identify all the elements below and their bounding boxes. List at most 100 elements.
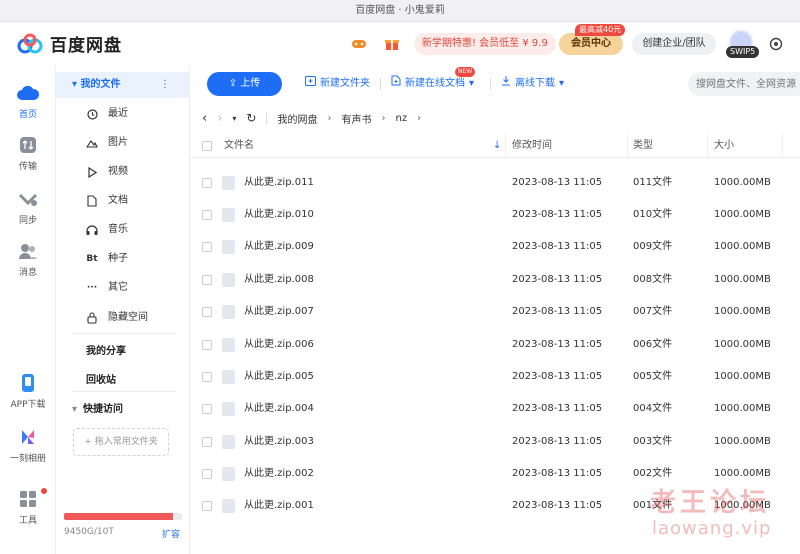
table-row[interactable]: 从此更.zip.005 2023-08-13 11:05 005文件 1000.… <box>190 361 800 393</box>
sidebar-item-my-share[interactable]: 我的分享 <box>86 342 126 357</box>
create-business-button[interactable]: 创建企业/团队 <box>632 33 716 55</box>
sort-desc-icon[interactable]: ↓ <box>493 134 501 158</box>
rail-item-tools[interactable]: 工具 <box>0 488 56 526</box>
table-row[interactable]: 从此更.zip.006 2023-08-13 11:05 006文件 1000.… <box>190 329 800 361</box>
row-checkbox[interactable] <box>202 307 212 317</box>
select-all-checkbox[interactable] <box>202 141 212 151</box>
file-name[interactable]: 从此更.zip.002 <box>244 458 314 490</box>
file-icon <box>222 435 235 449</box>
column-divider[interactable] <box>505 134 506 158</box>
watermark-url: laowang.vip <box>652 518 772 539</box>
file-name[interactable]: 从此更.zip.011 <box>244 167 314 199</box>
row-checkbox[interactable] <box>202 372 212 382</box>
offline-download-button[interactable]: 离线下载 ▾ <box>501 72 564 96</box>
column-header-name[interactable]: 文件名 <box>224 134 254 158</box>
sidebar-item-videos[interactable]: 视频 <box>56 161 190 183</box>
sidebar-item-recycle-bin[interactable]: 回收站 <box>86 371 116 386</box>
sidebar-item-torrents[interactable]: Bt 种子 <box>56 248 190 270</box>
row-checkbox[interactable] <box>202 210 212 220</box>
file-type: 010文件 <box>633 209 673 220</box>
file-name[interactable]: 从此更.zip.005 <box>244 361 314 393</box>
file-modified: 2023-08-13 11:05 <box>512 241 603 252</box>
rail-label-home: 首页 <box>18 110 37 120</box>
file-modified: 2023-08-13 11:05 <box>512 339 603 350</box>
sidebar-item-recent[interactable]: 最近 <box>56 103 190 125</box>
sidebar-label: 种子 <box>108 253 128 264</box>
rail-item-transfer[interactable]: 传输 <box>0 134 56 172</box>
sidebar-item-images[interactable]: 图片 <box>56 132 190 154</box>
file-name[interactable]: 从此更.zip.010 <box>244 199 314 231</box>
table-row[interactable]: 从此更.zip.007 2023-08-13 11:05 007文件 1000.… <box>190 296 800 328</box>
table-row[interactable]: 从此更.zip.004 2023-08-13 11:05 004文件 1000.… <box>190 393 800 425</box>
rail-item-album[interactable]: 一刻相册 <box>0 426 56 464</box>
folder-plus-icon <box>305 72 316 96</box>
breadcrumb-root[interactable]: 我的网盘 <box>277 111 317 126</box>
main-panel: ⇪ 上传 新建文件夹 新建在线文档 ▾ NEW 离线下载 ▾ ‹ › ▾ ↻ 我… <box>190 66 800 554</box>
file-name[interactable]: 从此更.zip.004 <box>244 393 314 425</box>
breadcrumb-level-1[interactable]: 有声书 <box>341 111 371 126</box>
column-header-size[interactable]: 大小 <box>714 134 734 158</box>
sidebar-item-hidden-space[interactable]: 隐藏空间 <box>56 307 190 329</box>
more-vertical-icon[interactable]: ⋮ <box>160 72 170 98</box>
row-checkbox[interactable] <box>202 501 212 511</box>
file-icon <box>222 240 235 254</box>
file-name[interactable]: 从此更.zip.003 <box>244 426 314 458</box>
rail-item-messages[interactable]: 消息 <box>0 240 56 278</box>
sidebar-item-others[interactable]: ··· 其它 <box>56 277 190 299</box>
vip-center-button[interactable]: 会员中心 <box>559 33 623 55</box>
row-checkbox[interactable] <box>202 404 212 414</box>
column-divider[interactable] <box>627 134 628 158</box>
new-badge: NEW <box>455 67 476 77</box>
column-header-type[interactable]: 类型 <box>633 134 653 158</box>
column-header-modified[interactable]: 修改时间 <box>512 134 552 158</box>
quick-access-header[interactable]: ▾ 快捷访问 <box>72 400 123 415</box>
row-checkbox[interactable] <box>202 178 212 188</box>
table-row[interactable]: 从此更.zip.003 2023-08-13 11:05 003文件 1000.… <box>190 426 800 458</box>
sidebar-item-my-files[interactable]: ▾ 我的文件 ⋮ <box>56 72 190 98</box>
toolbar-divider <box>490 78 491 90</box>
add-quick-folder-dropzone[interactable]: + 拖入常用文件夹 <box>73 428 169 456</box>
upload-button[interactable]: ⇪ 上传 <box>207 72 282 96</box>
upload-label: 上传 <box>240 78 261 89</box>
file-name[interactable]: 从此更.zip.006 <box>244 329 314 361</box>
sidebar-item-music[interactable]: 音乐 <box>56 219 190 241</box>
table-row[interactable]: 从此更.zip.009 2023-08-13 11:05 009文件 1000.… <box>190 231 800 263</box>
file-name[interactable]: 从此更.zip.008 <box>244 264 314 296</box>
table-row[interactable]: 从此更.zip.011 2023-08-13 11:05 011文件 1000.… <box>190 167 800 199</box>
row-checkbox[interactable] <box>202 242 212 252</box>
column-divider[interactable] <box>782 134 783 158</box>
sidebar-item-documents[interactable]: 文档 <box>56 190 190 212</box>
my-files-label: 我的文件 <box>80 79 121 90</box>
app-logo[interactable]: 百度网盘 <box>16 31 122 56</box>
refresh-icon[interactable]: ↻ <box>246 111 256 125</box>
file-name[interactable]: 从此更.zip.007 <box>244 296 314 328</box>
row-checkbox[interactable] <box>202 437 212 447</box>
lock-icon <box>86 312 98 324</box>
sidebar-divider <box>72 333 176 334</box>
row-checkbox[interactable] <box>202 340 212 350</box>
row-checkbox[interactable] <box>202 275 212 285</box>
rail-item-app-download[interactable]: APP下载 <box>0 372 56 410</box>
back-arrow-icon[interactable]: ‹ <box>202 111 207 126</box>
rail-item-home[interactable]: 首页 <box>0 82 56 120</box>
forward-arrow-icon[interactable]: › <box>217 111 222 126</box>
new-folder-button[interactable]: 新建文件夹 <box>305 72 370 96</box>
quick-access-label: 快捷访问 <box>83 404 124 415</box>
table-row[interactable]: 从此更.zip.010 2023-08-13 11:05 010文件 1000.… <box>190 199 800 231</box>
promo-banner[interactable]: 新学期特惠! 会员低至 ¥ 9.9 <box>414 33 556 55</box>
breadcrumb-level-2[interactable]: nz <box>395 113 407 124</box>
file-size: 1000.00MB <box>714 241 771 252</box>
search-input[interactable] <box>688 72 800 96</box>
gift-icon[interactable] <box>384 36 400 52</box>
offline-download-label: 离线下载 <box>515 78 555 89</box>
row-checkbox[interactable] <box>202 469 212 479</box>
settings-icon[interactable] <box>768 36 784 52</box>
game-icon[interactable] <box>351 36 367 52</box>
rail-item-sync[interactable]: 同步 <box>0 188 56 226</box>
expand-storage-link[interactable]: 扩容 <box>162 527 180 540</box>
column-divider[interactable] <box>707 134 708 158</box>
history-dropdown-icon[interactable]: ▾ <box>232 114 236 123</box>
table-row[interactable]: 从此更.zip.008 2023-08-13 11:05 008文件 1000.… <box>190 264 800 296</box>
file-name[interactable]: 从此更.zip.009 <box>244 231 314 263</box>
file-name[interactable]: 从此更.zip.001 <box>244 490 314 522</box>
